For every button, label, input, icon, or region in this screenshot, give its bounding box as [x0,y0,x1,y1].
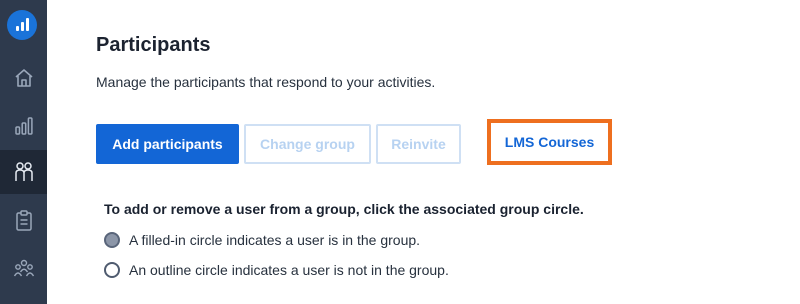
sidebar-item-reports[interactable] [0,104,47,148]
reinvite-button[interactable]: Reinvite [376,124,461,164]
sidebar-item-groups[interactable] [0,246,47,290]
legend-outline-text: An outline circle indicates a user is no… [129,262,449,278]
change-group-button[interactable]: Change group [244,124,371,164]
legend-filled-text: A filled-in circle indicates a user is i… [129,232,421,248]
outline-circle-icon [104,262,120,278]
group-icon [13,259,34,277]
sidebar [0,0,47,304]
add-participants-button[interactable]: Add participants [96,124,239,164]
bar-chart-logo-icon[interactable] [7,10,37,40]
people-icon [14,162,33,181]
main-content: Participants Manage the participants tha… [47,0,800,304]
sidebar-item-home[interactable] [0,56,47,100]
page-subtitle: Manage the participants that respond to … [96,74,436,90]
legend-filled-row: A filled-in circle indicates a user is i… [104,230,420,250]
legend-outline-row: An outline circle indicates a user is no… [104,260,449,280]
bar-chart-icon [14,117,33,135]
filled-circle-icon [104,232,120,248]
clipboard-icon [15,210,32,231]
page-title: Participants [96,34,211,56]
lms-courses-button[interactable]: LMS Courses [505,134,594,150]
group-instructions-heading: To add or remove a user from a group, cl… [104,201,584,217]
sidebar-item-participants[interactable] [0,150,47,194]
home-icon [14,69,33,87]
sidebar-item-activities[interactable] [0,198,47,242]
lms-courses-highlight[interactable]: LMS Courses [487,119,612,165]
